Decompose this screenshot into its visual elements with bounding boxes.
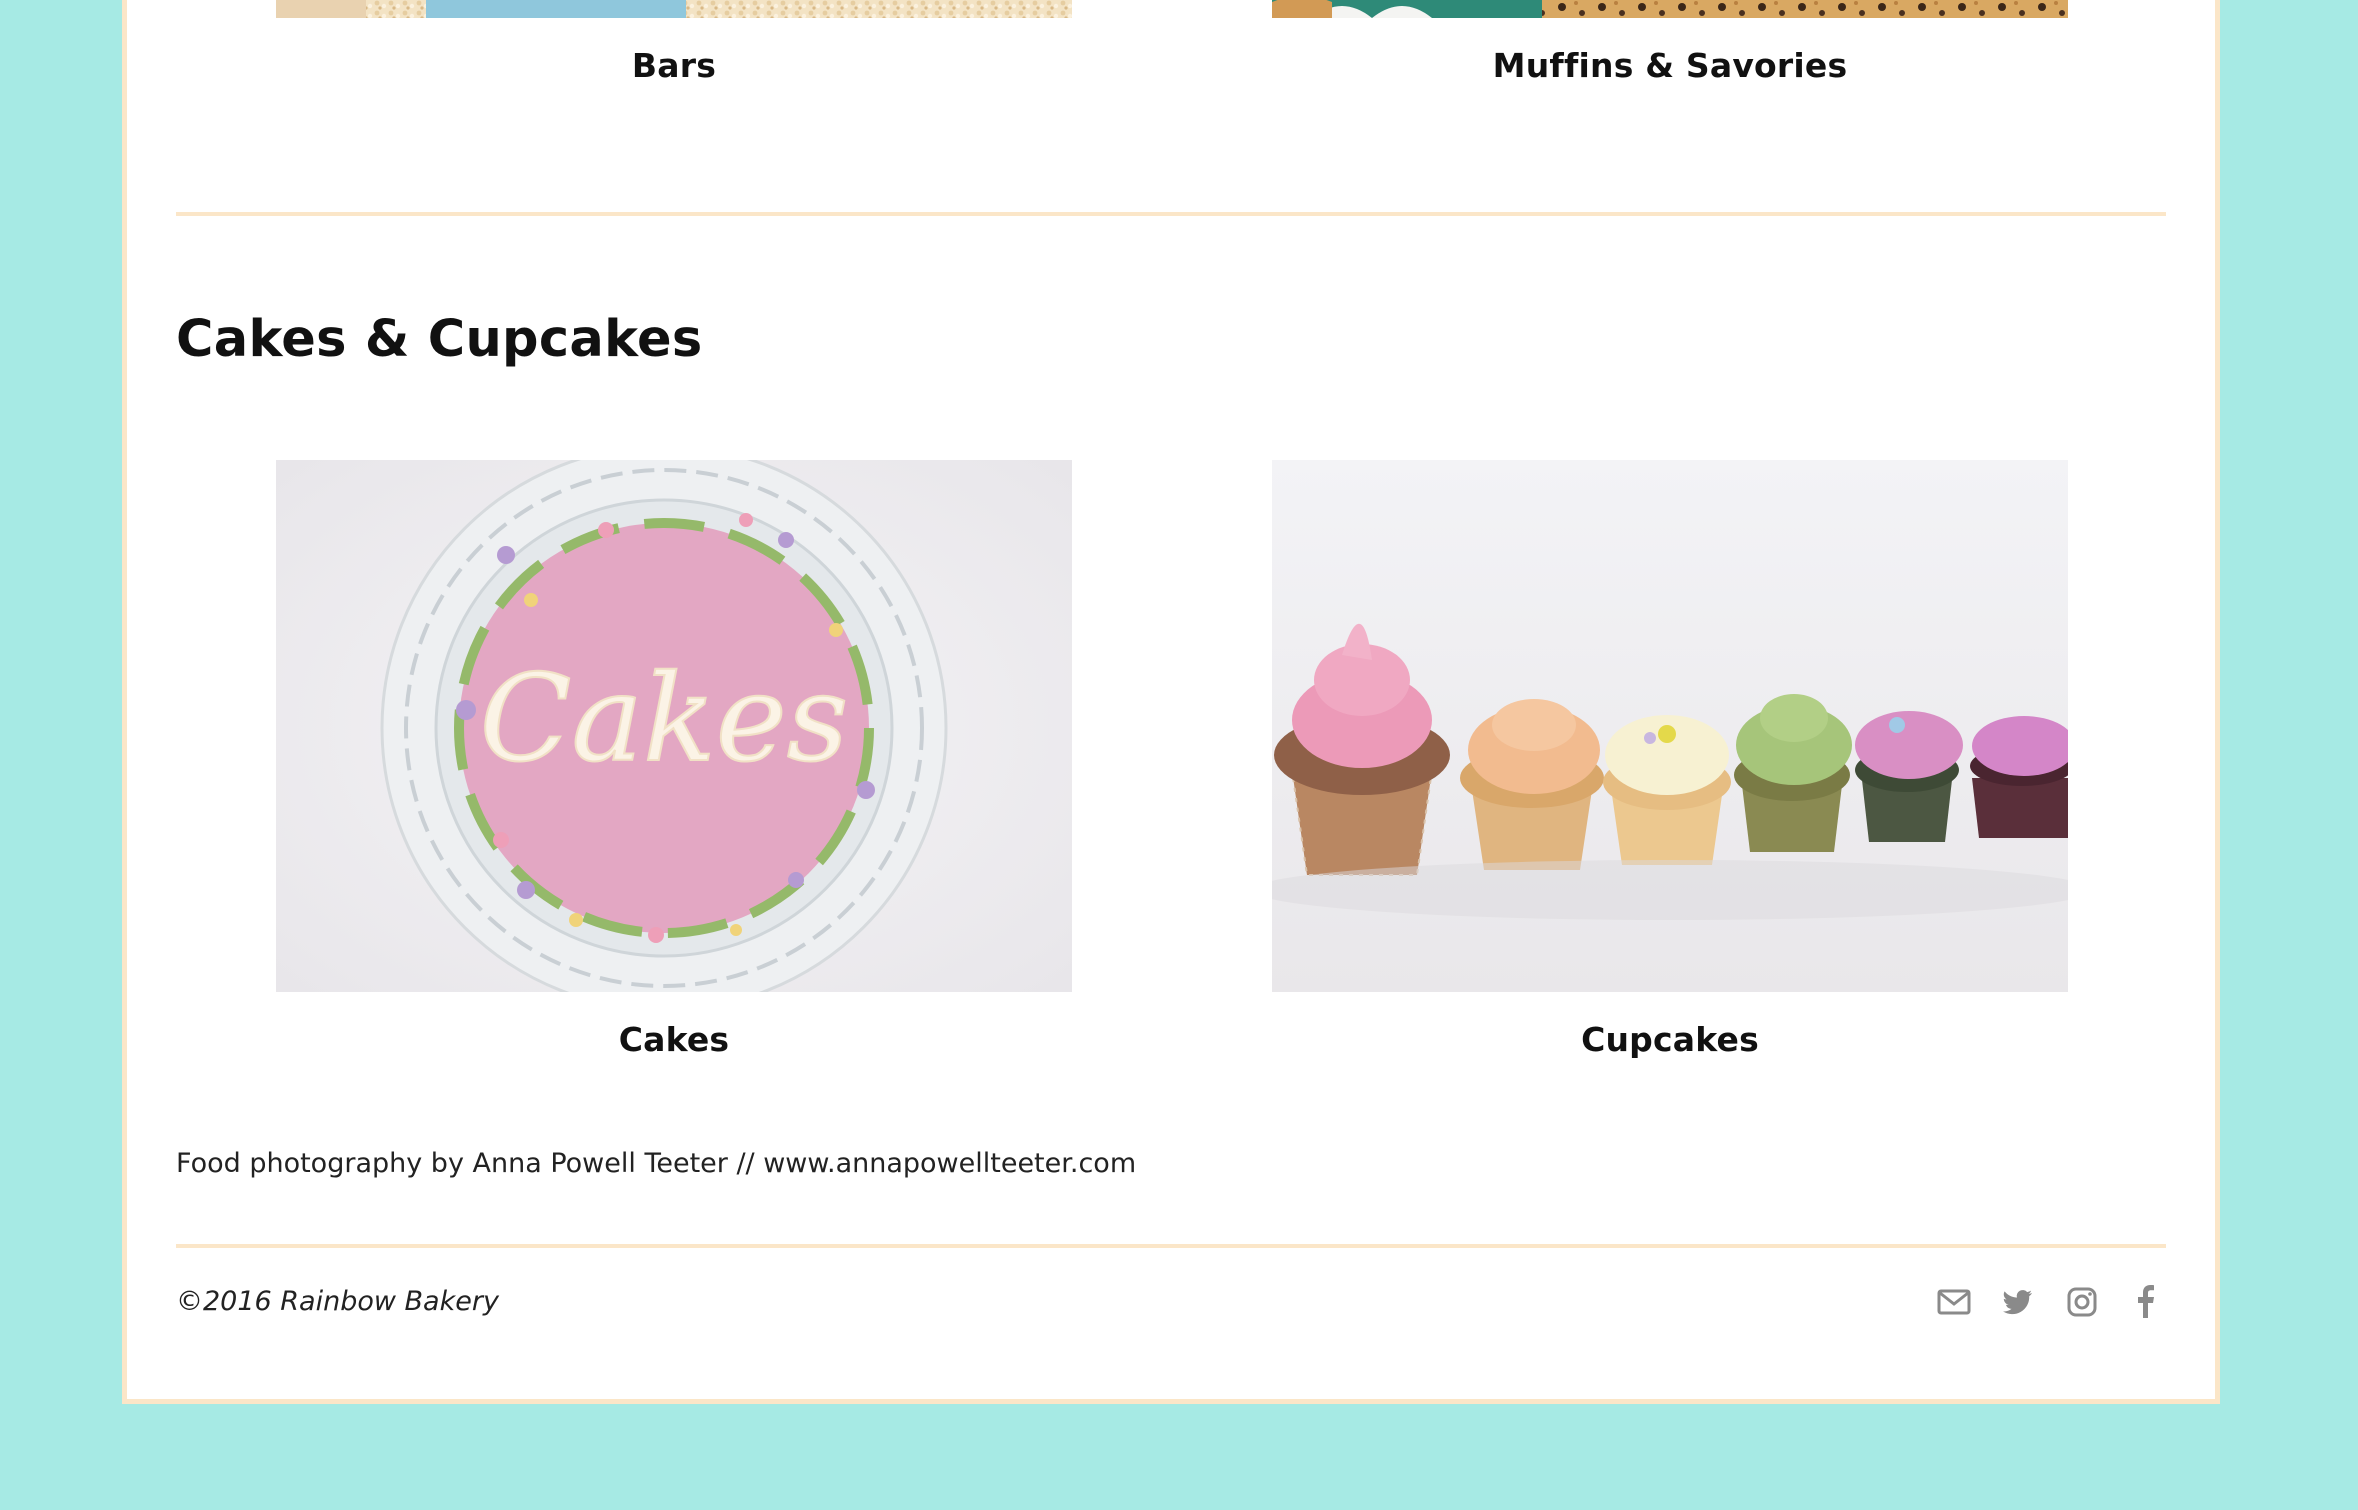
footer-divider xyxy=(176,1244,2166,1248)
muffins-label[interactable]: Muffins & Savories xyxy=(1272,46,2068,85)
page-container: Bars Muffins & Savories Cakes & Cupcakes… xyxy=(122,0,2220,1404)
cake-lettering: Cakes xyxy=(480,650,849,789)
muffins-photo[interactable] xyxy=(1272,0,2068,18)
bars-photo[interactable] xyxy=(276,0,1072,18)
cupcakes-label[interactable]: Cupcakes xyxy=(1272,1020,2068,1059)
cakes-photo[interactable]: Cakes xyxy=(276,460,1072,992)
cakes-label[interactable]: Cakes xyxy=(276,1020,1072,1059)
section-divider xyxy=(176,212,2166,216)
menu-card-cupcakes[interactable]: Cupcakes xyxy=(1272,460,2068,1059)
instagram-icon[interactable] xyxy=(2062,1282,2102,1322)
menu-card-bars[interactable]: Bars xyxy=(276,0,1072,85)
section-title: Cakes & Cupcakes xyxy=(176,310,703,369)
email-icon[interactable] xyxy=(1934,1282,1974,1322)
photo-credit: Food photography by Anna Powell Teeter /… xyxy=(176,1148,1137,1179)
menu-card-cakes[interactable]: Cakes Cakes xyxy=(276,460,1072,1059)
facebook-icon[interactable] xyxy=(2126,1282,2166,1322)
social-links xyxy=(1934,1282,2166,1322)
menu-card-muffins[interactable]: Muffins & Savories xyxy=(1272,0,2068,85)
bars-label[interactable]: Bars xyxy=(276,46,1072,85)
twitter-icon[interactable] xyxy=(1998,1282,2038,1322)
content-area: Bars Muffins & Savories Cakes & Cupcakes… xyxy=(176,0,2166,1399)
copyright-text: ©2016 Rainbow Bakery xyxy=(176,1286,499,1317)
cupcakes-photo[interactable] xyxy=(1272,460,2068,992)
